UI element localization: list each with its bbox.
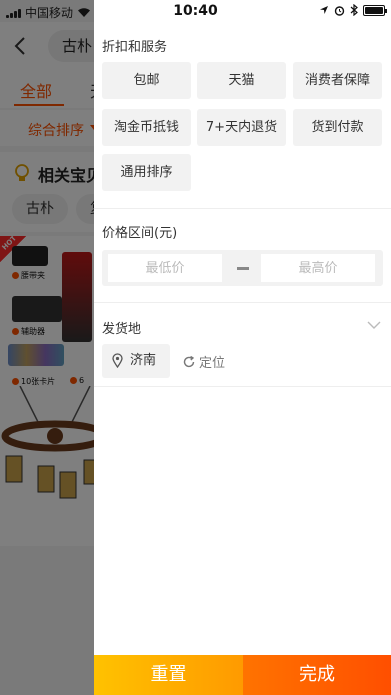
location-name: 济南 xyxy=(130,353,157,368)
price-section-title: 价格区间(元) xyxy=(102,226,178,241)
bluetooth-icon xyxy=(350,4,358,16)
section-divider xyxy=(94,208,391,209)
tag-tmall[interactable]: 天猫 xyxy=(197,62,286,99)
tag-general-sort[interactable]: 通用排序 xyxy=(102,154,191,191)
location-chip[interactable]: 济南 xyxy=(102,344,170,378)
min-price-input[interactable] xyxy=(108,254,222,282)
tag-consumer-protection[interactable]: 消费者保障 xyxy=(293,62,382,99)
status-right xyxy=(319,4,387,16)
max-price-input[interactable] xyxy=(261,254,375,282)
tag-7day-return[interactable]: 7+天内退货 xyxy=(197,109,286,146)
locate-label: 定位 xyxy=(199,356,226,371)
map-pin-icon xyxy=(112,353,123,368)
battery-icon xyxy=(363,4,387,16)
shipping-section-title: 发货地 xyxy=(102,322,142,337)
filter-drawer: 折扣和服务 包邮 天猫 消费者保障 淘金币抵钱 7+天内退货 货到付款 通用排序… xyxy=(94,0,391,695)
reset-button[interactable]: 重置 xyxy=(94,655,243,695)
tag-free-shipping[interactable]: 包邮 xyxy=(102,62,191,99)
section-divider xyxy=(94,386,391,387)
refresh-icon xyxy=(183,355,195,367)
tag-taojinbi[interactable]: 淘金币抵钱 xyxy=(102,109,191,146)
location-arrow-icon xyxy=(320,6,328,14)
range-dash xyxy=(237,267,249,270)
chevron-down-icon[interactable] xyxy=(367,320,381,330)
status-bar: 中国移动 10:40 xyxy=(0,0,391,22)
section-divider xyxy=(94,302,391,303)
bottom-action-bar: 重置 完成 xyxy=(94,655,391,695)
tag-cash-on-delivery[interactable]: 货到付款 xyxy=(293,109,382,146)
done-button[interactable]: 完成 xyxy=(243,655,391,695)
discount-section-title: 折扣和服务 xyxy=(102,40,168,55)
price-range xyxy=(102,250,383,286)
locate-button[interactable]: 定位 xyxy=(182,352,225,371)
alarm-icon xyxy=(334,5,345,16)
